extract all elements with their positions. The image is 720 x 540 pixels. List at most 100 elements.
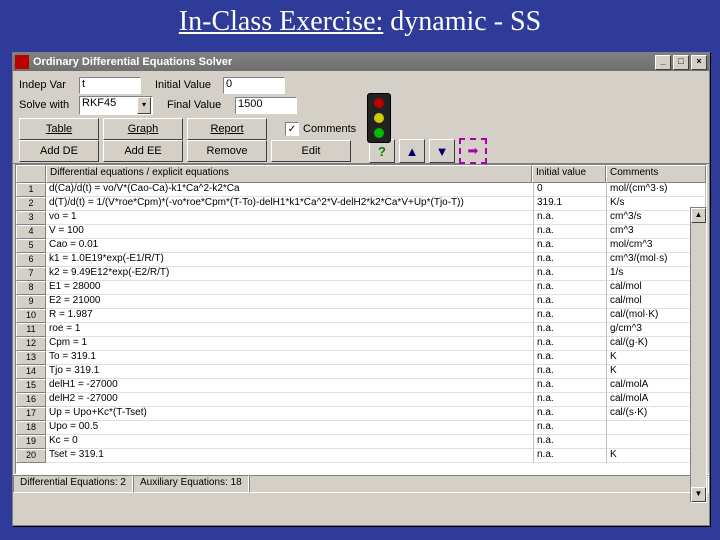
cell-equation[interactable]: d(T)/d(t) = 1/(V*roe*Cpm)*(-vo*roe*Cpm*(…	[46, 197, 534, 211]
table-row[interactable]: 3vo = 1n.a.cm^3/s	[16, 211, 706, 225]
scroll-up-icon[interactable]: ▲	[691, 208, 706, 223]
table-row[interactable]: 6k1 = 1.0E19*exp(-E1/R/T)n.a.cm^3/(mol·s…	[16, 253, 706, 267]
cell-initial-value[interactable]: n.a.	[534, 295, 607, 309]
add-ee-button[interactable]: Add EE	[103, 140, 183, 162]
initial-value-label: Initial Value	[155, 79, 219, 91]
cell-initial-value[interactable]: n.a.	[534, 421, 607, 435]
solve-with-label: Solve with	[19, 99, 75, 111]
cell-initial-value[interactable]: n.a.	[534, 393, 607, 407]
table-row[interactable]: 2d(T)/d(t) = 1/(V*roe*Cpm)*(-vo*roe*Cpm*…	[16, 197, 706, 211]
cell-comment[interactable]: mol/(cm^3·s)	[607, 183, 706, 197]
add-de-button[interactable]: Add DE	[19, 140, 99, 162]
initial-value-input[interactable]: 0	[223, 77, 285, 94]
cell-equation[interactable]: E1 = 28000	[46, 281, 534, 295]
table-row[interactable]: 12Cpm = 1n.a.cal/(g·K)	[16, 337, 706, 351]
table-row[interactable]: 7k2 = 9.49E12*exp(-E2/R/T)n.a.1/s	[16, 267, 706, 281]
row-number: 1	[16, 183, 46, 197]
col-equations[interactable]: Differential equations / explicit equati…	[46, 165, 532, 183]
row-number: 18	[16, 421, 46, 435]
cell-equation[interactable]: roe = 1	[46, 323, 534, 337]
indep-var-input[interactable]: t	[79, 77, 141, 94]
vertical-scrollbar[interactable]: ▲ ▼	[690, 207, 707, 503]
graph-button[interactable]: Graph	[103, 118, 183, 140]
row-number: 9	[16, 295, 46, 309]
cell-initial-value[interactable]: n.a.	[534, 435, 607, 449]
close-button[interactable]: ×	[691, 55, 707, 70]
table-row[interactable]: 18Upo = 00.5n.a.	[16, 421, 706, 435]
table-row[interactable]: 9E2 = 21000n.a.cal/mol	[16, 295, 706, 309]
table-row[interactable]: 15delH1 = -27000n.a.cal/molA	[16, 379, 706, 393]
cell-initial-value[interactable]: n.a.	[534, 365, 607, 379]
cell-equation[interactable]: R = 1.987	[46, 309, 534, 323]
final-value-input[interactable]: 1500	[235, 97, 297, 114]
edit-button[interactable]: Edit	[271, 140, 351, 162]
report-button[interactable]: Report	[187, 118, 267, 140]
remove-button[interactable]: Remove	[187, 140, 267, 162]
equations-grid: Differential equations / explicit equati…	[15, 164, 707, 474]
cell-equation[interactable]: k1 = 1.0E19*exp(-E1/R/T)	[46, 253, 534, 267]
cell-equation[interactable]: To = 319.1	[46, 351, 534, 365]
table-row[interactable]: 19Kc = 0n.a.	[16, 435, 706, 449]
row-number: 6	[16, 253, 46, 267]
table-button[interactable]: Table	[19, 118, 99, 140]
cell-initial-value[interactable]: n.a.	[534, 267, 607, 281]
cell-initial-value[interactable]: n.a.	[534, 407, 607, 421]
scroll-down-icon[interactable]: ▼	[691, 487, 706, 502]
cell-equation[interactable]: Up = Upo+Kc*(T-Tset)	[46, 407, 534, 421]
cell-equation[interactable]: vo = 1	[46, 211, 534, 225]
table-row[interactable]: 16delH2 = -27000n.a.cal/molA	[16, 393, 706, 407]
cell-initial-value[interactable]: n.a.	[534, 239, 607, 253]
cell-equation[interactable]: Kc = 0	[46, 435, 534, 449]
cell-initial-value[interactable]: n.a.	[534, 323, 607, 337]
row-number: 11	[16, 323, 46, 337]
row-header-blank	[16, 165, 46, 183]
table-row[interactable]: 1d(Ca)/d(t) = vo/V*(Cao-Ca)-k1*Ca^2-k2*C…	[16, 183, 706, 197]
minimize-button[interactable]: _	[655, 55, 671, 70]
table-row[interactable]: 5Cao = 0.01n.a.mol/cm^3	[16, 239, 706, 253]
cell-initial-value[interactable]: 0	[534, 183, 607, 197]
table-row[interactable]: 13To = 319.1n.a.K	[16, 351, 706, 365]
cell-initial-value[interactable]: n.a.	[534, 211, 607, 225]
cell-equation[interactable]: k2 = 9.49E12*exp(-E2/R/T)	[46, 267, 534, 281]
table-row[interactable]: 14Tjo = 319.1n.a.K	[16, 365, 706, 379]
cell-initial-value[interactable]: n.a.	[534, 337, 607, 351]
table-row[interactable]: 11roe = 1n.a.g/cm^3	[16, 323, 706, 337]
cell-initial-value[interactable]: n.a.	[534, 253, 607, 267]
comments-label: Comments	[303, 123, 356, 135]
cell-equation[interactable]: E2 = 21000	[46, 295, 534, 309]
row-number: 19	[16, 435, 46, 449]
cell-equation[interactable]: Upo = 00.5	[46, 421, 534, 435]
cell-equation[interactable]: d(Ca)/d(t) = vo/V*(Cao-Ca)-k1*Ca^2-k2*Ca	[46, 183, 534, 197]
cell-initial-value[interactable]: n.a.	[534, 379, 607, 393]
table-row[interactable]: 10R = 1.987n.a.cal/(mol·K)	[16, 309, 706, 323]
cell-initial-value[interactable]: n.a.	[534, 225, 607, 239]
row-number: 5	[16, 239, 46, 253]
maximize-button[interactable]: □	[673, 55, 689, 70]
table-row[interactable]: 8E1 = 28000n.a.cal/mol	[16, 281, 706, 295]
cell-equation[interactable]: Cao = 0.01	[46, 239, 534, 253]
cell-equation[interactable]: Cpm = 1	[46, 337, 534, 351]
solver-select[interactable]: RKF45	[79, 96, 153, 115]
table-row[interactable]: 4V = 100n.a.cm^3	[16, 225, 706, 239]
col-initial-value[interactable]: Initial value	[532, 165, 606, 183]
row-number: 17	[16, 407, 46, 421]
table-row[interactable]: 17Up = Upo+Kc*(T-Tset)n.a.cal/(s·K)	[16, 407, 706, 421]
run-icon[interactable]: ➡	[459, 138, 487, 164]
cell-initial-value[interactable]: n.a.	[534, 281, 607, 295]
col-comments[interactable]: Comments	[606, 165, 706, 183]
move-down-icon[interactable]: ▼	[429, 139, 455, 163]
titlebar[interactable]: Ordinary Differential Equations Solver _…	[13, 53, 709, 71]
table-row[interactable]: 20Tset = 319.1n.a.K	[16, 449, 706, 463]
indep-var-label: Indep Var	[19, 79, 75, 91]
cell-equation[interactable]: delH1 = -27000	[46, 379, 534, 393]
cell-initial-value[interactable]: 319.1	[534, 197, 607, 211]
cell-initial-value[interactable]: n.a.	[534, 351, 607, 365]
comments-checkbox[interactable]: ✓	[285, 122, 299, 136]
cell-equation[interactable]: Tjo = 319.1	[46, 365, 534, 379]
cell-equation[interactable]: delH2 = -27000	[46, 393, 534, 407]
move-up-icon[interactable]: ▲	[399, 139, 425, 163]
cell-equation[interactable]: V = 100	[46, 225, 534, 239]
cell-initial-value[interactable]: n.a.	[534, 449, 607, 463]
cell-equation[interactable]: Tset = 319.1	[46, 449, 534, 463]
cell-initial-value[interactable]: n.a.	[534, 309, 607, 323]
